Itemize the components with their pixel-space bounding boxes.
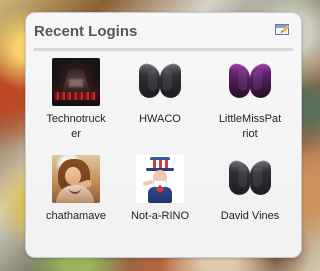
default-avatar-left-half bbox=[229, 159, 250, 197]
username-link[interactable]: chathamave bbox=[35, 209, 117, 224]
purple-user-avatar-icon[interactable] bbox=[226, 58, 274, 106]
purple-avatar-graphic bbox=[226, 58, 274, 106]
username-link[interactable]: David Vines bbox=[207, 209, 293, 224]
default-avatar-right-half bbox=[160, 62, 181, 100]
red-floor-graphic bbox=[55, 92, 97, 100]
recent-logins-widget: Recent Logins Technotrucker HWACO Little… bbox=[25, 12, 302, 258]
default-avatar-graphic bbox=[136, 58, 184, 106]
default-user-avatar-icon[interactable] bbox=[136, 58, 184, 106]
uncle-sam-avatar-icon[interactable] bbox=[136, 155, 184, 203]
widget-title: Recent Logins bbox=[34, 23, 138, 40]
recent-login-user[interactable]: David Vines bbox=[207, 155, 293, 224]
purple-avatar-left-half bbox=[229, 62, 250, 100]
dark-room-avatar-icon[interactable] bbox=[52, 58, 100, 106]
username-link[interactable]: LittleMissPatriot bbox=[218, 112, 282, 142]
recent-login-user[interactable]: Technotrucker bbox=[35, 58, 117, 142]
purple-avatar-right-half bbox=[250, 62, 271, 100]
default-user-avatar-icon[interactable] bbox=[226, 155, 274, 203]
recent-login-user[interactable]: chathamave bbox=[35, 155, 117, 224]
light-glow-graphic bbox=[69, 79, 83, 87]
recent-login-user[interactable]: HWACO bbox=[124, 58, 196, 127]
widget-header: Recent Logins bbox=[34, 22, 293, 51]
default-avatar-left-half bbox=[139, 62, 160, 100]
recent-login-user[interactable]: Not-a-RINO bbox=[124, 155, 196, 224]
username-link[interactable]: Not-a-RINO bbox=[124, 209, 196, 224]
recent-login-user[interactable]: LittleMissPatriot bbox=[207, 58, 293, 142]
default-avatar-graphic bbox=[226, 155, 274, 203]
pointing-hand-graphic bbox=[142, 179, 154, 187]
edit-widget-button[interactable] bbox=[275, 24, 292, 39]
default-avatar-right-half bbox=[250, 159, 271, 197]
username-link[interactable]: Technotrucker bbox=[44, 112, 108, 142]
girl-photo-avatar-icon[interactable] bbox=[52, 155, 100, 203]
username-link[interactable]: HWACO bbox=[124, 112, 196, 127]
